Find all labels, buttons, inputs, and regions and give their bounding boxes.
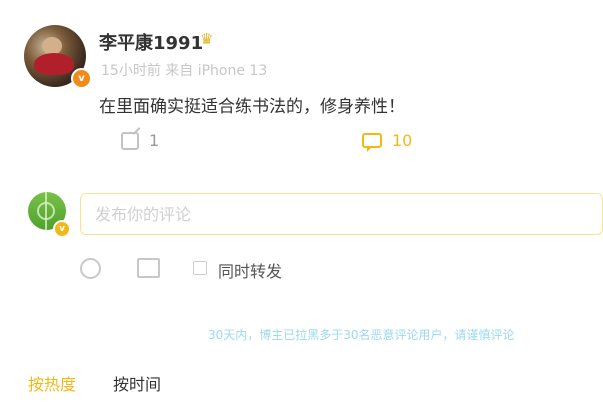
image-icon[interactable]: [137, 258, 160, 278]
repost-checkbox[interactable]: [193, 261, 207, 275]
comment-count: 10: [392, 131, 413, 150]
current-user-verified-icon: v: [53, 220, 71, 238]
tab-hot[interactable]: 按热度: [28, 371, 76, 395]
emoji-icon[interactable]: [80, 258, 101, 279]
share-count: 1: [149, 131, 160, 150]
share-icon: [121, 131, 139, 150]
comment-input[interactable]: [80, 193, 603, 235]
post-content: 在里面确实挺适合练书法的，修身养性！: [99, 97, 405, 117]
repost-label: 同时转发: [218, 262, 283, 281]
member-crown-icon: ♛: [200, 30, 214, 48]
comment-icon: [362, 133, 382, 152]
share-button[interactable]: 1: [121, 131, 159, 150]
post-meta: 15小时前 来自 iPhone 13: [101, 63, 268, 79]
comment-button[interactable]: 10: [362, 131, 413, 152]
post-username[interactable]: 李平康1991: [99, 29, 203, 55]
tab-time[interactable]: 按时间: [113, 371, 161, 395]
avatar-field-circle: [37, 202, 55, 220]
verified-badge-icon: v: [71, 68, 92, 89]
comment-notice: 30天内，博主已拉黑多于30名恶意评论用户，请谨慎评论: [208, 328, 515, 342]
avatar-hat: [34, 53, 74, 75]
